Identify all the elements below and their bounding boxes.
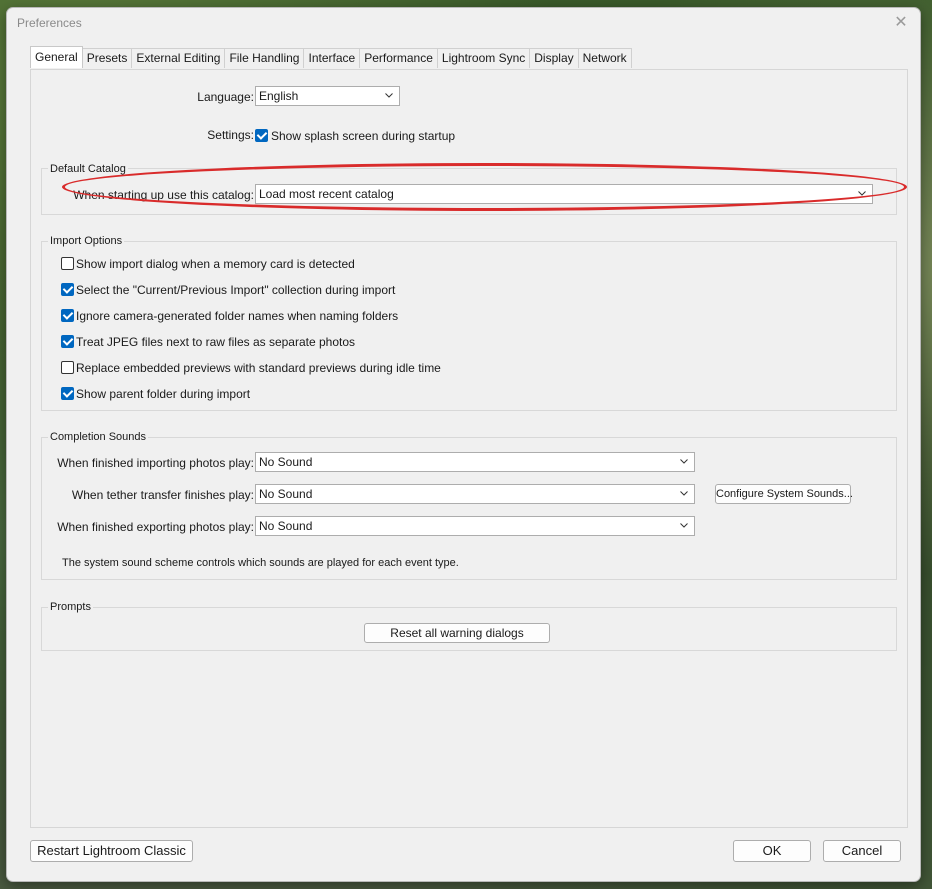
catalog-select[interactable]: Load most recent catalog bbox=[255, 184, 873, 204]
language-select[interactable]: English bbox=[255, 86, 400, 106]
language-value: English bbox=[259, 89, 299, 103]
close-icon[interactable]: ✕ bbox=[890, 12, 912, 34]
tether-sound-select[interactable]: No Sound bbox=[255, 484, 695, 504]
import-option-checkbox[interactable] bbox=[61, 283, 74, 296]
import-option-label: Treat JPEG files next to raw files as se… bbox=[76, 335, 356, 349]
chevron-down-icon bbox=[680, 523, 688, 528]
importing-sound-select[interactable]: No Sound bbox=[255, 452, 695, 472]
default-catalog-title: Default Catalog bbox=[48, 163, 128, 175]
exporting-sound-select[interactable]: No Sound bbox=[255, 516, 695, 536]
tab-file-handling[interactable]: File Handling bbox=[224, 48, 305, 68]
restart-lightroom-button[interactable]: Restart Lightroom Classic bbox=[30, 840, 193, 862]
configure-system-sounds-button[interactable]: Configure System Sounds... bbox=[715, 484, 853, 504]
import-option-label: Replace embedded previews with standard … bbox=[76, 361, 441, 375]
tab-display[interactable]: Display bbox=[529, 48, 579, 68]
tether-sound-value: No Sound bbox=[259, 487, 313, 501]
import-option-checkbox[interactable] bbox=[61, 335, 74, 348]
import-option-checkbox[interactable] bbox=[61, 257, 74, 270]
chevron-down-icon bbox=[680, 491, 688, 496]
importing-sound-value: No Sound bbox=[259, 455, 313, 469]
tab-performance[interactable]: Performance bbox=[359, 48, 438, 68]
tab-presets[interactable]: Presets bbox=[81, 48, 133, 68]
tab-bar: General Presets External Editing File Ha… bbox=[30, 46, 632, 69]
import-option-checkbox[interactable] bbox=[61, 387, 74, 400]
exporting-sound-value: No Sound bbox=[259, 519, 313, 533]
prompts-title: Prompts bbox=[48, 601, 93, 613]
import-options-title: Import Options bbox=[48, 235, 125, 247]
import-option-checkbox[interactable] bbox=[61, 361, 74, 374]
reset-warning-dialogs-button[interactable]: Reset all warning dialogs bbox=[364, 623, 550, 643]
settings-label: Settings: bbox=[207, 128, 254, 142]
exporting-sound-label: When finished exporting photos play: bbox=[57, 520, 254, 534]
completion-sounds-title: Completion Sounds bbox=[48, 431, 149, 443]
tether-sound-label: When tether transfer finishes play: bbox=[71, 488, 254, 502]
tab-general[interactable]: General bbox=[30, 46, 83, 68]
import-option-label: Select the "Current/Previous Import" col… bbox=[76, 283, 396, 297]
tab-lightroom-sync[interactable]: Lightroom Sync bbox=[436, 48, 531, 68]
chevron-down-icon bbox=[385, 93, 393, 98]
import-option-label: Show import dialog when a memory card is… bbox=[76, 257, 355, 271]
splash-checkbox[interactable] bbox=[255, 129, 268, 142]
catalog-value: Load most recent catalog bbox=[259, 187, 394, 201]
import-option-label: Ignore camera-generated folder names whe… bbox=[76, 309, 399, 323]
sound-scheme-note: The system sound scheme controls which s… bbox=[62, 557, 459, 569]
catalog-label: When starting up use this catalog: bbox=[73, 188, 254, 202]
tab-network[interactable]: Network bbox=[577, 48, 632, 68]
cancel-button[interactable]: Cancel bbox=[823, 840, 901, 862]
chevron-down-icon bbox=[680, 459, 688, 464]
tab-external-editing[interactable]: External Editing bbox=[131, 48, 226, 68]
general-panel: Language: English Settings: Show splash … bbox=[30, 69, 908, 828]
splash-label: Show splash screen during startup bbox=[271, 129, 456, 143]
language-label: Language: bbox=[197, 90, 254, 104]
tab-interface[interactable]: Interface bbox=[303, 48, 361, 68]
ok-button[interactable]: OK bbox=[733, 840, 811, 862]
import-option-label: Show parent folder during import bbox=[76, 387, 251, 401]
importing-sound-label: When finished importing photos play: bbox=[57, 456, 254, 470]
preferences-dialog: Preferences ✕ General Presets External E… bbox=[6, 7, 921, 882]
chevron-down-icon bbox=[858, 191, 866, 196]
window-title: Preferences bbox=[17, 16, 82, 30]
import-option-checkbox[interactable] bbox=[61, 309, 74, 322]
